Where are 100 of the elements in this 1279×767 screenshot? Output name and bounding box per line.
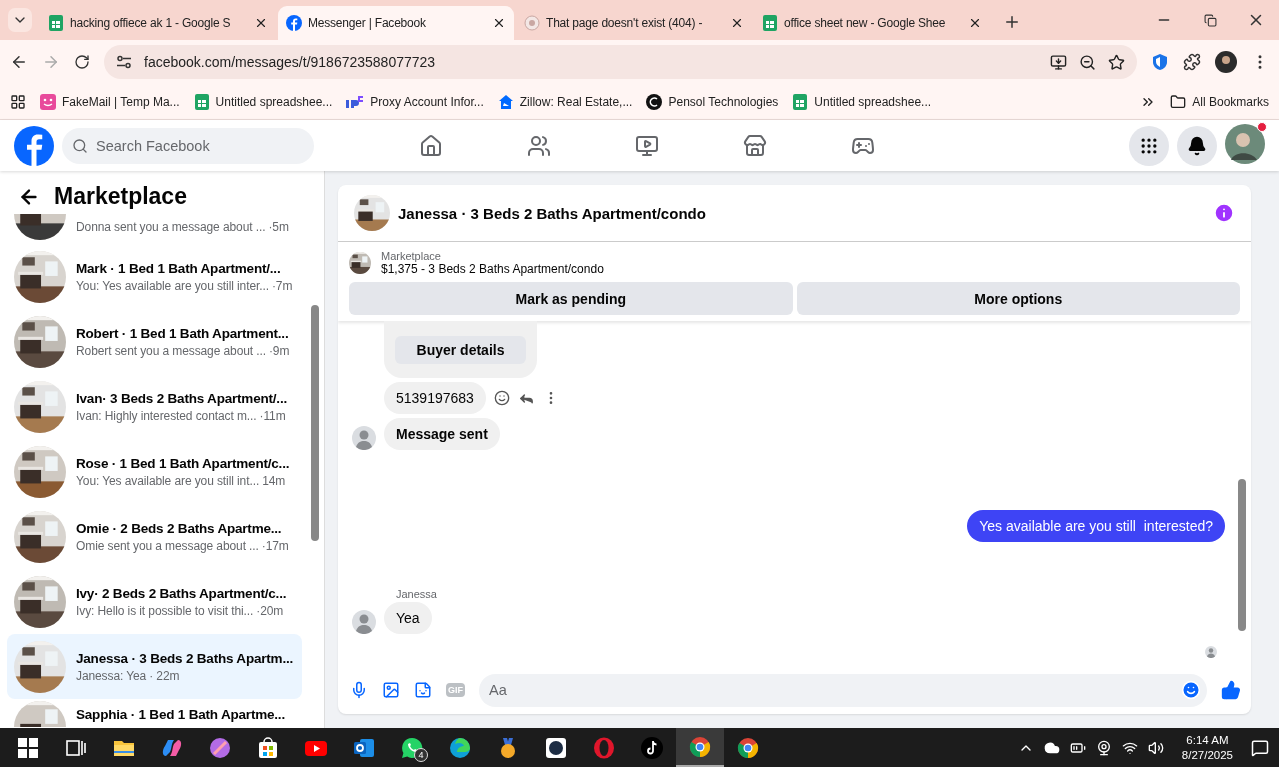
message-time: 14m (262, 473, 286, 488)
react-icon[interactable] (493, 390, 510, 406)
profile-avatar-icon[interactable] (1225, 123, 1265, 164)
all-bookmarks-link[interactable]: All Bookmarks (1170, 93, 1269, 110)
spreadsheet-icon (762, 15, 778, 31)
message-time: ·9m (268, 343, 290, 358)
bookmark-link[interactable]: Untitled spreadshee... (193, 93, 333, 110)
house-icon (497, 93, 514, 110)
browser-tab[interactable]: office sheet new - Google Shee (754, 6, 990, 40)
close-icon[interactable] (730, 16, 744, 30)
back-icon[interactable] (10, 53, 28, 71)
microphone-icon[interactable] (350, 681, 368, 699)
site-settings-icon[interactable] (116, 54, 132, 70)
message-time: ·7m (271, 278, 293, 293)
zoom-icon[interactable] (1079, 53, 1096, 71)
chrome-icon[interactable] (736, 735, 760, 760)
conversation-item[interactable]: Mark · 1 Bed 1 Bath Apartment/... You: Yes available are you still inter... ·7m (7, 244, 302, 309)
avatar-icon (352, 610, 376, 634)
conversation-title: Janessa · 3 Beds 2 Baths Apartm... (76, 650, 294, 666)
conversation-title: Rose · 1 Bed 1 Bath Apartment/c... (76, 455, 290, 471)
buyer-details-button[interactable]: Buyer details (394, 336, 527, 364)
conversation-title: Ivan· 3 Beds 2 Baths Apartment/... (76, 390, 287, 406)
bookmark-link[interactable]: Pensol Technologies (646, 93, 779, 110)
listing-action-button[interactable]: Mark as pending (349, 282, 793, 315)
smiley-icon (40, 93, 56, 110)
conversation-item[interactable]: Janessa · 3 Beds 2 Baths Apartm... Janessa: Yea · 22m (7, 634, 302, 699)
conversation-item[interactable]: Ivy· 2 Beds 2 Baths Apartment/c... Ivy: Hello is it possible to visit thi... ·20m (7, 569, 302, 634)
sender-name: Janessa (396, 588, 438, 600)
pensol-logo-icon (646, 93, 663, 110)
extensions-icon[interactable] (1183, 53, 1201, 71)
video-icon[interactable] (635, 133, 659, 158)
conversation-item[interactable]: Omie · 2 Beds 2 Baths Apartme... Omie sent you a message about ... ·17m (7, 504, 302, 569)
conversation-item[interactable]: Donna sent you a message about ... ·5m (7, 214, 302, 244)
bell-icon (1187, 135, 1207, 156)
conversation-title: Mark · 1 Bed 1 Bath Apartment/... (76, 260, 282, 276)
reload-icon[interactable] (74, 54, 90, 70)
windows-icon[interactable] (16, 735, 40, 760)
bookmark-link[interactable]: FakeMail | Temp Ma... (40, 93, 180, 110)
chat-title: Janessa · 3 Beds 2 Baths Apartment/condo (398, 204, 707, 222)
notification-badge: 4 (414, 748, 428, 762)
bookmark-link[interactable]: Proxy Account Infor... (346, 94, 484, 109)
sticker-icon[interactable] (414, 681, 432, 699)
notifications-icon[interactable] (1251, 738, 1269, 757)
message-time: · 22m (149, 668, 180, 683)
message-preview: Omie sent you a message about ... (76, 538, 259, 553)
browser-tab[interactable]: hacking offiece ak 1 - Google S (40, 6, 276, 40)
badge-icon[interactable] (544, 735, 568, 760)
conversation-item[interactable]: Robert · 1 Bed 1 Bath Apartment... Robert sent you a message about ... ·9m (7, 309, 302, 374)
store-icon[interactable] (256, 735, 280, 760)
message-bubble: Yea (384, 602, 432, 634)
opera-icon[interactable] (592, 735, 616, 760)
conversation-item[interactable]: Rose · 1 Bed 1 Bath Apartment/c... You: Yes available are you still int... 14m (7, 439, 302, 504)
folder-icon (1170, 93, 1187, 110)
shield-icon[interactable] (1151, 53, 1169, 71)
close-icon[interactable] (492, 16, 506, 30)
bookmark-link[interactable]: Untitled spreadshee... (792, 93, 932, 110)
browser-tab[interactable]: Messenger | Facebook (278, 6, 514, 40)
volume-icon[interactable] (1147, 739, 1164, 756)
edge-icon[interactable] (448, 735, 472, 760)
avatar-icon (1205, 646, 1217, 658)
info-icon[interactable] (1213, 202, 1235, 224)
star-icon[interactable] (1108, 53, 1125, 71)
install-icon[interactable] (1050, 53, 1067, 71)
conversation-title: Ivy· 2 Beds 2 Baths Apartment/c... (76, 585, 287, 601)
message-bubble: 5139197683 (384, 382, 486, 414)
address-bar[interactable]: facebook.com/messages/t/9186723588077723 (104, 45, 1137, 79)
message-time: ·17m (261, 538, 289, 553)
orb-icon[interactable] (208, 735, 232, 760)
chrome-icon[interactable] (688, 734, 712, 759)
message-input[interactable]: Aa (479, 673, 1207, 707)
notifications-button[interactable] (1177, 125, 1217, 166)
clock[interactable]: 6:14 AM 8/27/2025 (1173, 732, 1241, 763)
close-icon[interactable] (254, 16, 268, 30)
profile-avatar-icon[interactable] (1215, 51, 1237, 73)
bookmark-link[interactable]: Zillow: Real Estate,... (497, 93, 633, 110)
close-icon[interactable] (968, 16, 982, 30)
facebook-logo-icon[interactable] (14, 125, 54, 166)
camera-icon[interactable] (1095, 739, 1112, 756)
like-icon[interactable] (1221, 680, 1241, 700)
message-preview: Ivan: Highly interested contact m... (76, 408, 257, 423)
listing-action-button[interactable]: More options (796, 282, 1240, 315)
marketplace-icon[interactable] (743, 133, 767, 158)
avatar-icon (352, 426, 376, 450)
music-note-icon[interactable] (640, 735, 664, 760)
home-icon[interactable] (419, 133, 443, 158)
message-preview: Robert sent you a message about ... (76, 343, 266, 358)
apps-icon[interactable] (10, 93, 26, 110)
conversation-item[interactable]: Ivan· 3 Beds 2 Baths Apartment/... Ivan: Highly interested contact m... ·11m (7, 374, 302, 439)
friends-icon[interactable] (527, 133, 551, 158)
search-field[interactable]: Search Facebook (62, 127, 314, 164)
spreadsheet-icon (193, 93, 210, 110)
emoji-icon[interactable] (1181, 680, 1201, 700)
browser-tab[interactable]: That page doesn't exist (404) - (516, 6, 752, 40)
message-time: ·11m (259, 408, 286, 423)
photo-icon[interactable] (382, 681, 400, 699)
spreadsheet-icon (792, 93, 809, 110)
restore-icon[interactable] (1203, 13, 1217, 27)
listing-detail: $1,375 - 3 Beds 2 Baths Apartment/condo (381, 262, 604, 276)
new-tab-icon[interactable] (1003, 13, 1021, 31)
menu-button[interactable] (1129, 125, 1169, 166)
